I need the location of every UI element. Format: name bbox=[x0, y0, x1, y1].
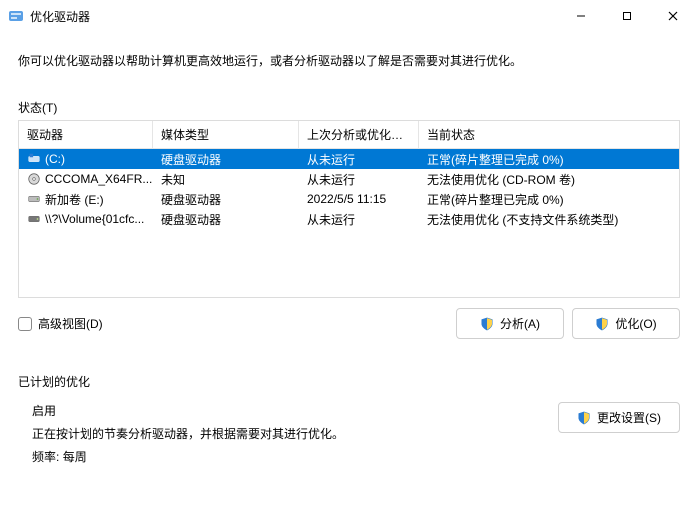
maximize-button[interactable] bbox=[604, 0, 650, 32]
change-settings-label: 更改设置(S) bbox=[597, 409, 661, 426]
cell-drive: 新加卷 (E:) bbox=[19, 189, 153, 210]
cell-last: 2022/5/5 11:15 bbox=[299, 190, 419, 208]
scheduled-text: 启用 正在按计划的节奏分析驱动器，并根据需要对其进行优化。 频率: 每周 bbox=[18, 402, 558, 471]
column-drive[interactable]: 驱动器 bbox=[19, 121, 153, 148]
cell-drive: (C:) bbox=[19, 150, 153, 168]
cell-media: 硬盘驱动器 bbox=[153, 189, 299, 210]
drive-cd-icon bbox=[27, 172, 41, 186]
drive-table: 驱动器 媒体类型 上次分析或优化的... 当前状态 (C:)硬盘驱动器从未运行正… bbox=[18, 120, 680, 298]
column-last[interactable]: 上次分析或优化的... bbox=[299, 121, 419, 148]
scheduled-freq: 频率: 每周 bbox=[32, 448, 558, 465]
shield-icon bbox=[595, 317, 609, 331]
window-title: 优化驱动器 bbox=[30, 8, 558, 25]
app-icon bbox=[8, 8, 24, 24]
freq-label: 频率: bbox=[32, 450, 59, 464]
checkbox-box bbox=[18, 317, 32, 331]
table-body[interactable]: (C:)硬盘驱动器从未运行正常(碎片整理已完成 0%)CCCOMA_X64FR.… bbox=[19, 149, 679, 297]
freq-value: 每周 bbox=[63, 450, 87, 464]
cell-state: 无法使用优化 (不支持文件系统类型) bbox=[419, 209, 679, 230]
scheduled-title: 已计划的优化 bbox=[18, 373, 680, 390]
analyze-button[interactable]: 分析(A) bbox=[456, 308, 564, 339]
column-media[interactable]: 媒体类型 bbox=[153, 121, 299, 148]
description-text: 你可以优化驱动器以帮助计算机更高效地运行，或者分析驱动器以了解是否需要对其进行优… bbox=[18, 52, 680, 69]
table-row[interactable]: 新加卷 (E:) 硬盘驱动器2022/5/5 11:15正常(碎片整理已完成 0%… bbox=[19, 189, 679, 209]
cell-drive: \\?\Volume{01cfc... bbox=[19, 210, 153, 228]
table-row[interactable]: (C:) 硬盘驱动器从未运行正常(碎片整理已完成 0%) bbox=[19, 149, 679, 169]
optimize-button[interactable]: 优化(O) bbox=[572, 308, 680, 339]
cell-state: 正常(碎片整理已完成 0%) bbox=[419, 189, 679, 210]
minimize-button[interactable] bbox=[558, 0, 604, 32]
cell-last: 从未运行 bbox=[299, 209, 419, 230]
actions-row: 高级视图(D) 分析(A) 优化(O) bbox=[18, 308, 680, 339]
titlebar: 优化驱动器 bbox=[0, 0, 698, 32]
window-controls bbox=[558, 0, 696, 32]
drive-vol-icon bbox=[27, 212, 41, 226]
advanced-view-checkbox[interactable]: 高级视图(D) bbox=[18, 315, 103, 332]
drive-os-icon bbox=[27, 152, 41, 166]
drive-name: (C:) bbox=[45, 152, 65, 166]
status-label: 状态(T) bbox=[18, 99, 680, 116]
scheduled-section: 已计划的优化 启用 正在按计划的节奏分析驱动器，并根据需要对其进行优化。 频率:… bbox=[18, 373, 680, 471]
cell-last: 从未运行 bbox=[299, 149, 419, 170]
drive-name: 新加卷 (E:) bbox=[45, 191, 104, 208]
shield-icon bbox=[577, 411, 591, 425]
analyze-label: 分析(A) bbox=[500, 315, 540, 332]
close-button[interactable] bbox=[650, 0, 696, 32]
optimize-label: 优化(O) bbox=[615, 315, 656, 332]
drive-name: \\?\Volume{01cfc... bbox=[45, 212, 144, 226]
content-area: 你可以优化驱动器以帮助计算机更高效地运行，或者分析驱动器以了解是否需要对其进行优… bbox=[0, 32, 698, 481]
table-row[interactable]: CCCOMA_X64FR...未知从未运行无法使用优化 (CD-ROM 卷) bbox=[19, 169, 679, 189]
cell-media: 硬盘驱动器 bbox=[153, 209, 299, 230]
scheduled-desc: 正在按计划的节奏分析驱动器，并根据需要对其进行优化。 bbox=[32, 425, 558, 442]
drive-name: CCCOMA_X64FR... bbox=[45, 172, 152, 186]
scheduled-on: 启用 bbox=[32, 402, 558, 419]
column-state[interactable]: 当前状态 bbox=[419, 121, 679, 148]
change-settings-button[interactable]: 更改设置(S) bbox=[558, 402, 680, 433]
advanced-view-label: 高级视图(D) bbox=[38, 315, 103, 332]
cell-last: 从未运行 bbox=[299, 169, 419, 190]
table-header: 驱动器 媒体类型 上次分析或优化的... 当前状态 bbox=[19, 121, 679, 149]
table-row[interactable]: \\?\Volume{01cfc... 硬盘驱动器从未运行无法使用优化 (不支持文… bbox=[19, 209, 679, 229]
cell-drive: CCCOMA_X64FR... bbox=[19, 170, 153, 188]
cell-state: 无法使用优化 (CD-ROM 卷) bbox=[419, 169, 679, 190]
shield-icon bbox=[480, 317, 494, 331]
drive-hdd-icon bbox=[27, 192, 41, 206]
cell-state: 正常(碎片整理已完成 0%) bbox=[419, 149, 679, 170]
cell-media: 未知 bbox=[153, 169, 299, 190]
cell-media: 硬盘驱动器 bbox=[153, 149, 299, 170]
